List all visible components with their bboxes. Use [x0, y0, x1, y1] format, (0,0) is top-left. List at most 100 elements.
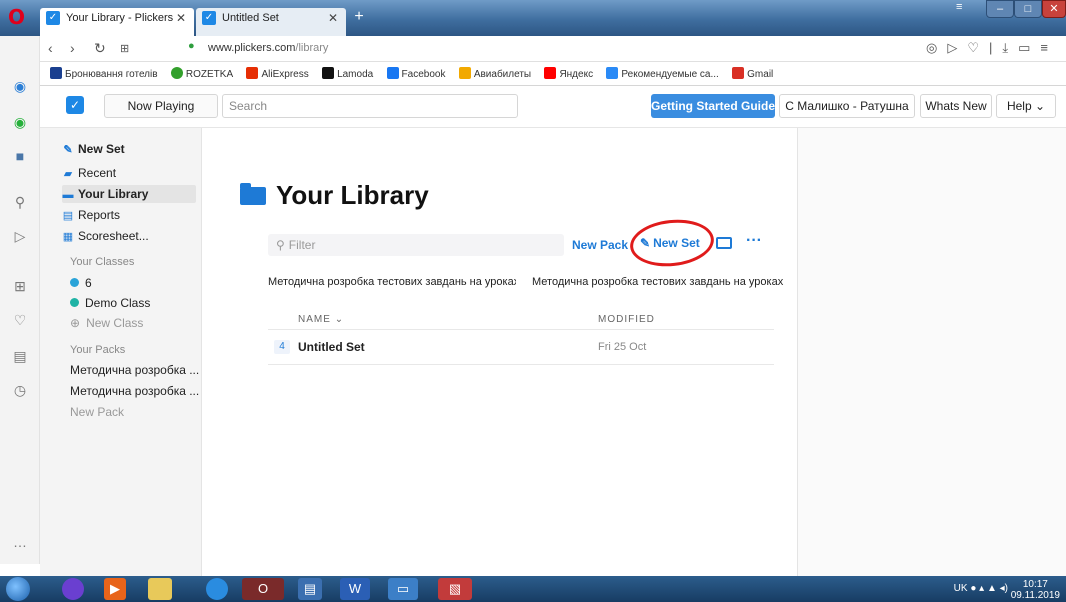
- more-icon[interactable]: …: [10, 532, 30, 552]
- whats-new-button[interactable]: Whats New: [920, 94, 992, 118]
- rozetka-icon: [170, 67, 183, 79]
- new-class-link[interactable]: ⊕ New Class: [70, 316, 143, 330]
- bookmark-facebook[interactable]: Facebook: [386, 67, 445, 80]
- bookmark-label: Авиабилеты: [473, 69, 532, 80]
- search-input[interactable]: Search: [222, 94, 518, 118]
- sidebar-pack-1[interactable]: Методична розробка ...: [70, 363, 199, 377]
- user-button[interactable]: С Малишко - Ратушна: [779, 94, 915, 118]
- heart-icon[interactable]: ♡: [10, 310, 30, 330]
- getting-started-button[interactable]: Getting Started Guide: [651, 94, 775, 118]
- bookmark-aviabilety[interactable]: Авиабилеты: [458, 67, 532, 80]
- window-icon[interactable]: ▭: [388, 578, 418, 600]
- new-tab-plus-icon[interactable]: +: [350, 8, 368, 26]
- close-window-button[interactable]: ✕: [1042, 0, 1066, 18]
- bookmark-rozetka[interactable]: ROZETKA: [170, 67, 233, 80]
- reports-icon: ▤: [62, 210, 74, 222]
- search-icon[interactable]: ⚲: [10, 192, 30, 212]
- aliexpress-icon: [246, 67, 259, 79]
- bookmark-aliexpress[interactable]: AliExpress: [246, 67, 309, 80]
- addressbar-actions-icon[interactable]: ◎▷♡|⤓▭≡: [926, 40, 1058, 56]
- word-icon[interactable]: W: [340, 578, 370, 600]
- sidebar-label: Recent: [78, 166, 117, 180]
- news-icon[interactable]: ▤: [10, 346, 30, 366]
- now-playing-button[interactable]: Now Playing: [104, 94, 218, 118]
- plickers-logo-icon[interactable]: ✓: [66, 96, 84, 114]
- search-icon: ⚲: [276, 238, 285, 252]
- set-name[interactable]: Untitled Set: [298, 340, 365, 354]
- sidebar-label: Scoresheet...: [78, 229, 149, 243]
- bookmark-recommended[interactable]: Рекомендуемые са...: [606, 67, 719, 80]
- grid-icon: ▦: [62, 231, 74, 243]
- sidebar-item-scoresheet[interactable]: ▦ Scoresheet...: [62, 227, 149, 245]
- new-pack-link[interactable]: New Pack: [70, 405, 124, 419]
- url-field[interactable]: www.plickers.com/library: [208, 42, 328, 54]
- plus-circle-icon: ⊕: [70, 316, 81, 330]
- document-icon[interactable]: ▤: [298, 578, 322, 600]
- speed-dial-icon[interactable]: ⊞: [10, 276, 30, 296]
- tab-your-library[interactable]: ✓ Your Library - Plickers ✕: [40, 8, 194, 36]
- new-folder-icon[interactable]: [716, 237, 732, 249]
- whatsapp-icon[interactable]: ◉: [10, 112, 30, 132]
- maximize-button[interactable]: □: [1014, 0, 1042, 18]
- sidebar-item-new-set[interactable]: ✎ New Set: [62, 140, 124, 158]
- bookmark-gmail[interactable]: Gmail: [732, 67, 773, 80]
- tab-menu-icon[interactable]: ≡: [956, 1, 962, 13]
- filter-placeholder: Filter: [288, 238, 316, 252]
- packs-heading: Your Packs: [70, 344, 126, 356]
- close-tab-icon[interactable]: ✕: [328, 8, 338, 28]
- back-icon[interactable]: ‹: [48, 40, 53, 56]
- more-options-button[interactable]: ···: [746, 232, 762, 250]
- minimize-button[interactable]: –: [986, 0, 1014, 18]
- divider: [268, 329, 774, 330]
- speed-dial-icon[interactable]: ⊞: [120, 42, 129, 55]
- forward-icon[interactable]: ›: [70, 40, 75, 56]
- column-header-name[interactable]: NAME ⌄: [298, 314, 344, 325]
- close-tab-icon[interactable]: ✕: [176, 8, 186, 28]
- start-button[interactable]: [6, 577, 30, 601]
- folder-icon: ▬: [62, 189, 74, 201]
- sidebar-class-demo[interactable]: Demo Class: [70, 296, 150, 310]
- sidebar-item-your-library[interactable]: ▬ Your Library: [62, 185, 196, 203]
- column-header-modified[interactable]: MODIFIED: [598, 314, 655, 325]
- lamoda-icon: [322, 67, 335, 79]
- question-count-badge: 4: [274, 340, 290, 354]
- file-explorer-icon[interactable]: [148, 578, 172, 600]
- pack-card[interactable]: Методична розробка тестових завдань на у…: [268, 272, 516, 292]
- help-button[interactable]: Help ⌄: [996, 94, 1056, 118]
- sidebar-item-recent[interactable]: ▰ Recent: [62, 164, 116, 182]
- gmail-icon: [732, 67, 745, 79]
- recent-icon: ▰: [63, 168, 73, 180]
- bookmark-yandex[interactable]: Яндекс: [544, 67, 593, 80]
- url-domain: www.plickers.com: [208, 42, 296, 54]
- facebook-icon: [386, 67, 399, 79]
- help-label: Help: [1006, 99, 1032, 113]
- flow-icon[interactable]: ▷: [10, 226, 30, 246]
- sidebar-pack-2[interactable]: Методична розробка ...: [70, 384, 199, 398]
- tab-label: Your Library - Plickers: [66, 12, 174, 24]
- vk-icon[interactable]: ■: [10, 146, 30, 166]
- pack-card[interactable]: Методична розробка тестових завдань на у…: [532, 272, 784, 292]
- opera-taskbar-icon[interactable]: O: [242, 578, 284, 600]
- page-title-text: Your Library: [276, 180, 429, 210]
- sidebar-class-6[interactable]: 6: [70, 276, 92, 290]
- opera-logo-icon[interactable]: O: [8, 6, 30, 28]
- sidebar-item-reports[interactable]: ▤ Reports: [62, 206, 120, 224]
- browser-titlebar: O ✓ Your Library - Plickers ✕ ✓ Untitled…: [0, 0, 1066, 36]
- bookmark-label: Яндекс: [559, 69, 594, 80]
- app-icon[interactable]: [62, 578, 84, 600]
- tab-untitled-set[interactable]: ✓ Untitled Set ✕: [196, 8, 346, 36]
- clock[interactable]: 10:17 09.11.2019: [1011, 579, 1060, 601]
- lock-icon: ●: [188, 40, 195, 52]
- reload-icon[interactable]: ↻: [94, 40, 106, 57]
- filter-input[interactable]: ⚲ Filter: [268, 234, 564, 256]
- bookmark-lamoda[interactable]: Lamoda: [322, 67, 373, 80]
- media-player-icon[interactable]: ▶: [104, 578, 126, 600]
- bookmark-booking[interactable]: Бронювання готелів: [50, 67, 158, 80]
- new-pack-button[interactable]: New Pack: [572, 238, 628, 252]
- messenger-icon[interactable]: ◉: [10, 76, 30, 96]
- history-icon[interactable]: ◷: [10, 380, 30, 400]
- opera-sidebar: ◉ ◉ ■ ⚲ ▷ ⊞ ♡ ▤ ◷ …: [0, 36, 40, 564]
- presentation-icon[interactable]: ▧: [438, 578, 472, 600]
- system-tray[interactable]: UK ● ▴ ▲ ◂): [954, 583, 1008, 594]
- chrome-icon[interactable]: [206, 578, 228, 600]
